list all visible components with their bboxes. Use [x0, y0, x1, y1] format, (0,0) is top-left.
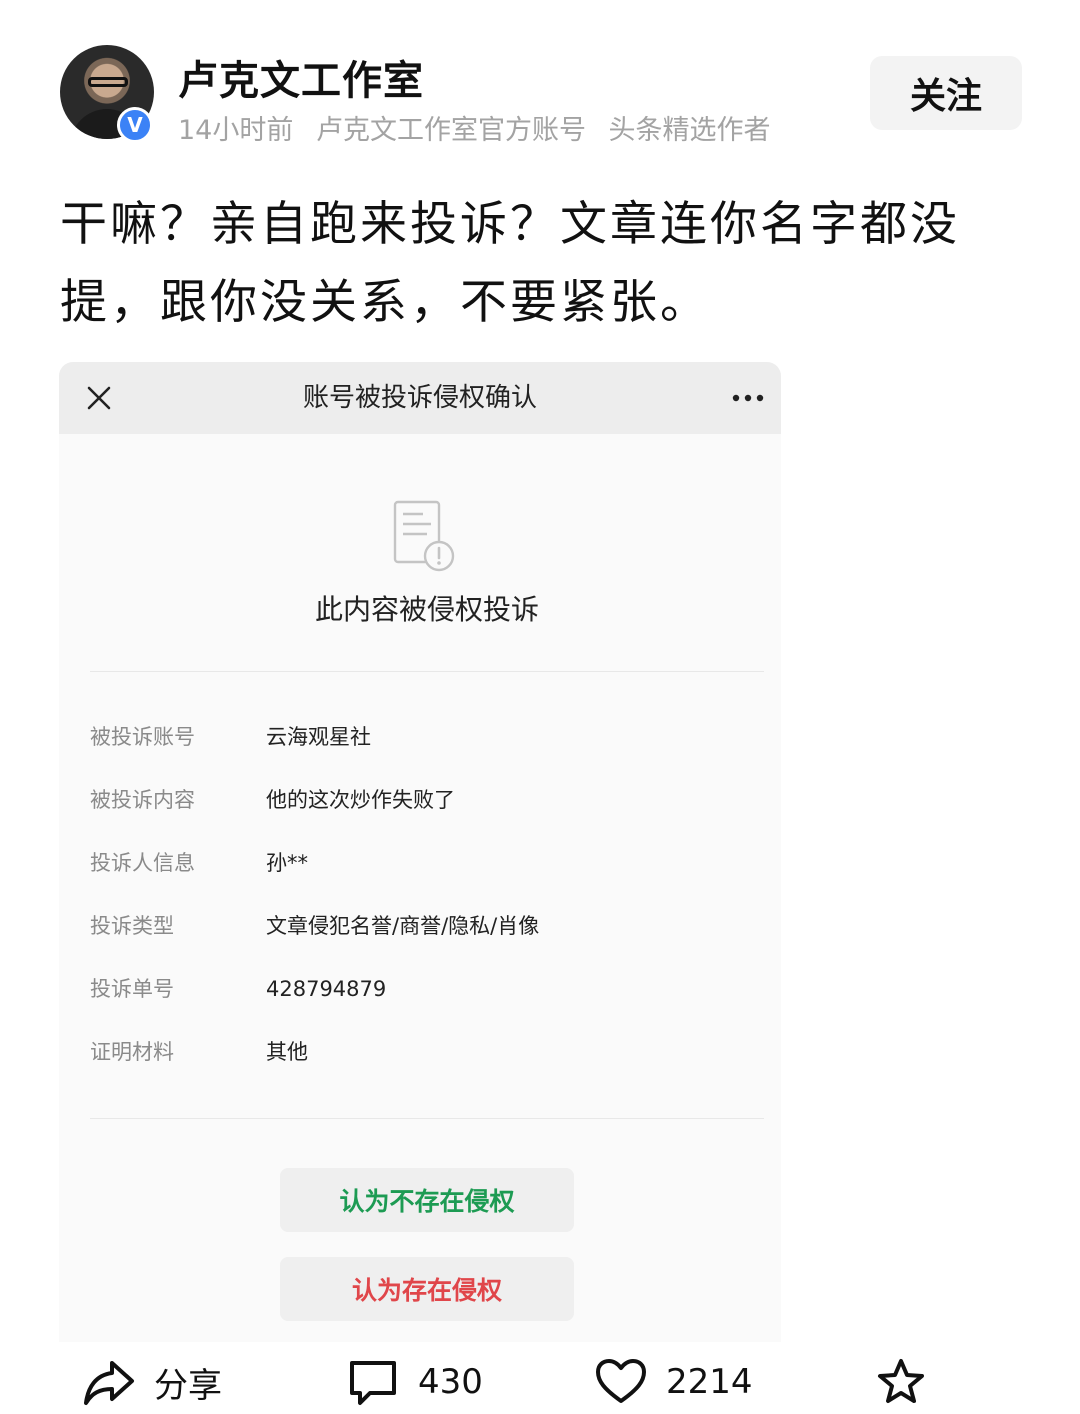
account-type: 卢克文工作室官方账号 — [315, 115, 586, 146]
embedded-screenshot[interactable]: 账号被投诉侵权确认 此内容被侵权投诉 被投诉账号 云海观星社 被投诉内容 他的这… — [59, 362, 781, 1342]
author-tag: 头条精选作者 — [608, 115, 771, 146]
info-label: 投诉人信息 — [90, 851, 195, 875]
avatar-glasses — [88, 77, 128, 87]
info-label: 证明材料 — [90, 1040, 174, 1064]
info-value: 孙** — [266, 851, 308, 875]
post-meta: 14小时前 卢克文工作室官方账号 头条精选作者 — [178, 108, 785, 147]
info-value: 云海观星社 — [266, 725, 371, 749]
like-button[interactable]: 2214 — [594, 1354, 753, 1410]
divider — [90, 671, 764, 672]
post-time: 14小时前 — [178, 115, 294, 146]
info-label: 投诉类型 — [90, 914, 174, 938]
share-icon — [84, 1361, 134, 1405]
info-value: 文章侵犯名誉/商誉/隐私/肖像 — [266, 914, 540, 938]
post-action-bar: 分享 430 2214 — [0, 1340, 1080, 1414]
infringement-button[interactable]: 认为存在侵权 — [280, 1257, 574, 1321]
info-row: 投诉单号 428794879 — [90, 969, 764, 1009]
verified-badge-icon: V — [117, 107, 153, 143]
star-icon — [878, 1359, 924, 1403]
author-name[interactable]: 卢克文工作室 — [178, 48, 424, 106]
info-row: 投诉类型 文章侵犯名誉/商誉/隐私/肖像 — [90, 906, 764, 946]
info-row: 被投诉账号 云海观星社 — [90, 717, 764, 757]
comment-icon — [350, 1361, 396, 1405]
info-value: 他的这次炒作失败了 — [266, 788, 455, 812]
post-text: 干嘛？亲自跑来投诉？文章连你名字都没提，跟你没关系，不要紧张。 — [60, 197, 960, 330]
share-button[interactable]: 分享 — [82, 1354, 222, 1410]
post-header: V 卢克文工作室 14小时前 卢克文工作室官方账号 头条精选作者 关注 — [0, 0, 1080, 160]
info-row: 证明材料 其他 — [90, 1032, 764, 1072]
info-label: 被投诉内容 — [90, 788, 195, 812]
favorite-button[interactable] — [874, 1354, 928, 1410]
screenshot-title-bar: 账号被投诉侵权确认 — [59, 362, 781, 434]
complaint-status-title: 此内容被侵权投诉 — [314, 593, 539, 626]
comment-count: 430 — [418, 1362, 483, 1402]
info-row: 投诉人信息 孙** — [90, 843, 764, 883]
info-value: 其他 — [266, 1040, 308, 1064]
info-label: 被投诉账号 — [90, 725, 195, 749]
comment-button[interactable]: 430 — [346, 1354, 483, 1410]
more-options-icon — [732, 394, 764, 402]
no-infringement-button[interactable]: 认为不存在侵权 — [280, 1168, 574, 1232]
info-value: 428794879 — [266, 977, 387, 1001]
heart-icon — [596, 1359, 646, 1403]
like-count: 2214 — [666, 1362, 753, 1402]
follow-button[interactable]: 关注 — [870, 56, 1022, 130]
share-label: 分享 — [154, 1365, 222, 1406]
document-warning-icon — [393, 500, 455, 572]
info-row: 被投诉内容 他的这次炒作失败了 — [90, 780, 764, 820]
screenshot-title: 账号被投诉侵权确认 — [302, 383, 537, 413]
info-label: 投诉单号 — [90, 977, 174, 1001]
divider — [90, 1118, 764, 1119]
